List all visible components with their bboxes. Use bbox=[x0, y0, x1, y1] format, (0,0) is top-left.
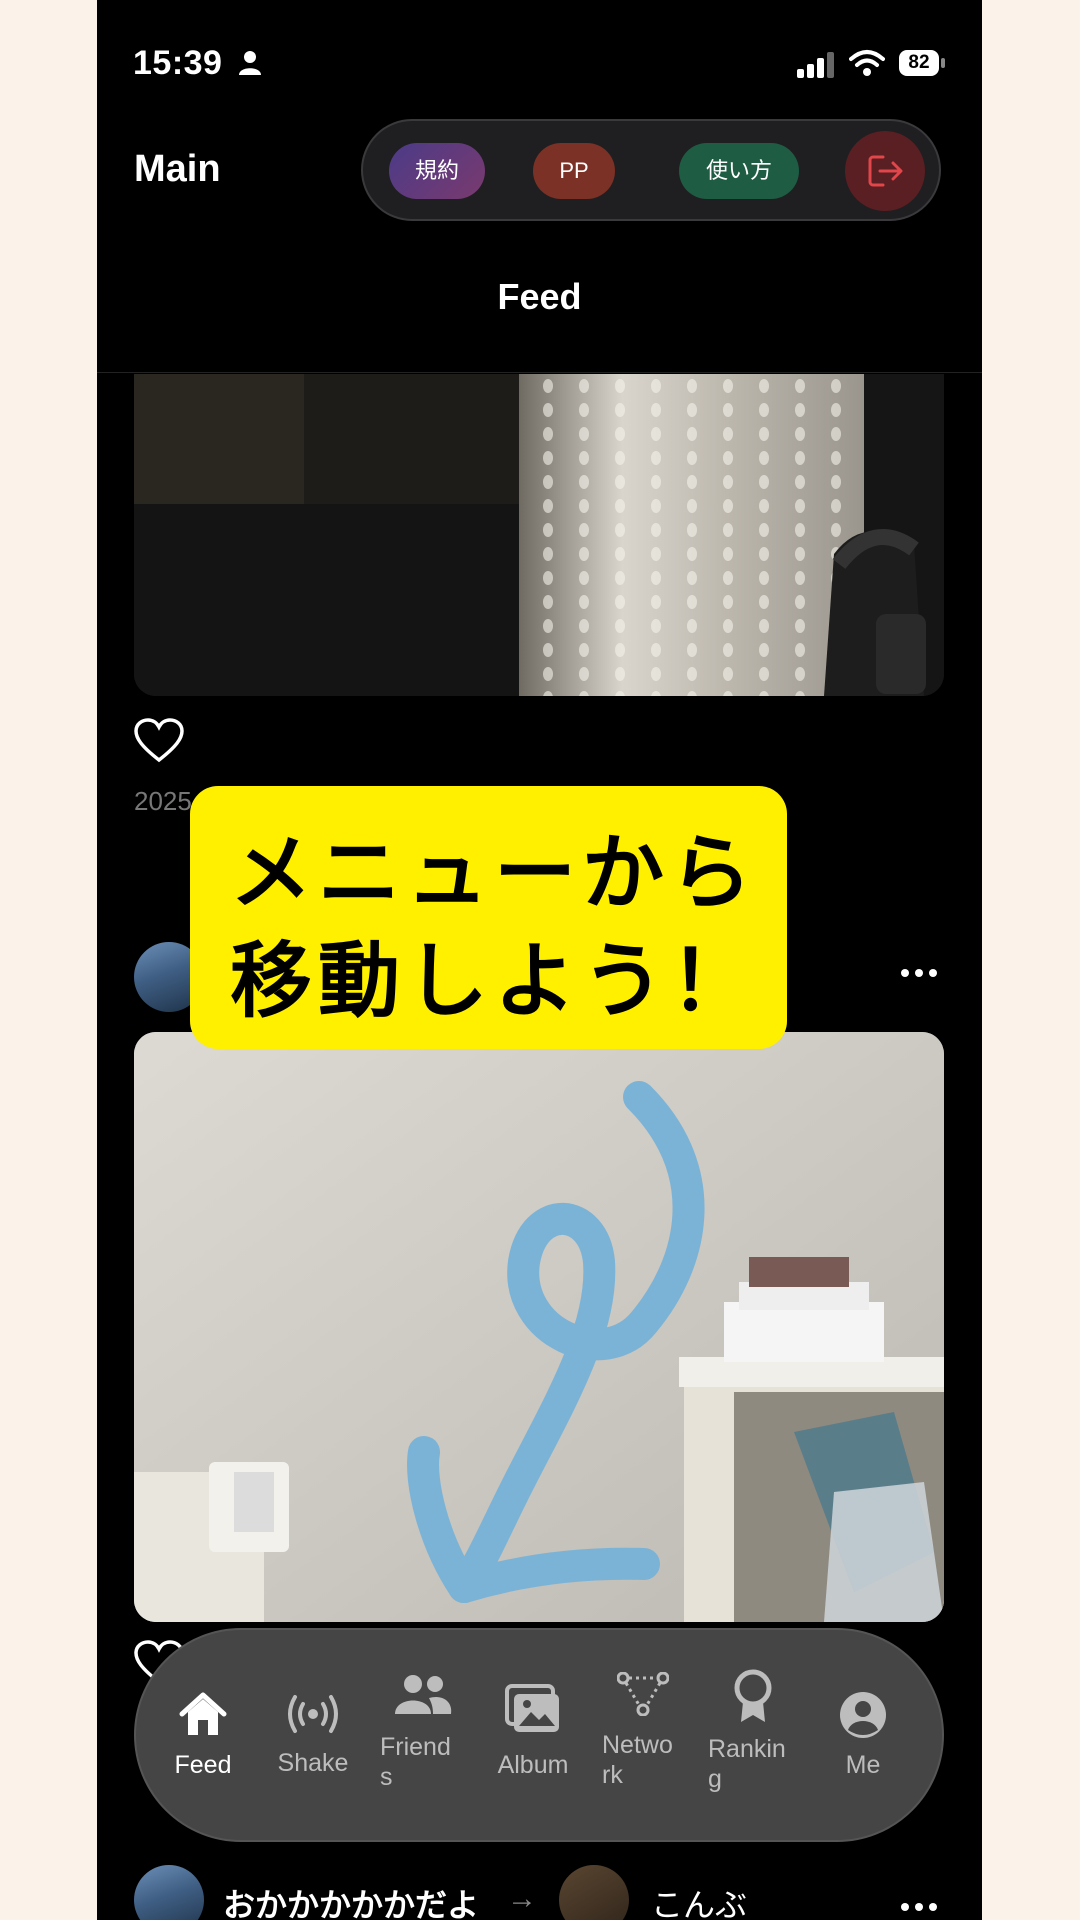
terms-button[interactable]: 規約 bbox=[389, 143, 485, 199]
tutorial-callout: メニューから 移動しよう！ bbox=[190, 786, 787, 1049]
header-divider bbox=[97, 372, 982, 373]
people-icon bbox=[395, 1675, 452, 1714]
how-to-button[interactable]: 使い方 bbox=[679, 143, 799, 199]
post-username[interactable]: おかかかかかだよ bbox=[223, 1880, 479, 1920]
wifi-icon bbox=[849, 50, 885, 76]
like-icon[interactable] bbox=[133, 718, 185, 764]
tab-label: Feed bbox=[174, 1751, 232, 1779]
tab-label: Shake bbox=[277, 1749, 349, 1777]
home-icon bbox=[179, 1692, 227, 1735]
tab-label: Friend s bbox=[380, 1733, 451, 1791]
page-title: Main bbox=[134, 148, 221, 190]
network-icon bbox=[617, 1672, 669, 1716]
tab-feed[interactable]: Feed bbox=[148, 1630, 258, 1840]
signal-icon bbox=[797, 52, 834, 78]
logout-icon bbox=[868, 155, 903, 187]
tab-me[interactable]: Me bbox=[808, 1630, 918, 1840]
logout-button[interactable] bbox=[845, 131, 925, 211]
post-date: 2025 bbox=[134, 786, 192, 816]
tab-label: Rankin g bbox=[708, 1735, 786, 1793]
battery-level: 82 bbox=[899, 50, 939, 76]
status-time: 15:39 bbox=[133, 44, 223, 82]
battery-indicator: 82 bbox=[899, 50, 945, 78]
arrow-right-icon: → bbox=[507, 1882, 537, 1915]
award-icon bbox=[734, 1669, 772, 1722]
tab-label: Me bbox=[845, 1751, 881, 1779]
callout-text: メニューから 移動しよう！ bbox=[230, 820, 758, 1036]
feed-title: Feed bbox=[497, 276, 582, 317]
tab-bar: Feed Shake Friend s Album Netwo rk Ranki… bbox=[134, 1628, 944, 1842]
person-icon bbox=[239, 51, 261, 75]
post-photo[interactable] bbox=[134, 1032, 944, 1622]
post-target-username[interactable]: こんぶ bbox=[651, 1880, 747, 1920]
more-options-icon[interactable] bbox=[901, 1898, 943, 1916]
tab-friends[interactable]: Friend s bbox=[368, 1630, 478, 1840]
avatar[interactable] bbox=[559, 1865, 629, 1920]
more-options-icon[interactable] bbox=[901, 964, 943, 982]
tab-ranking[interactable]: Rankin g bbox=[698, 1630, 808, 1840]
callout-line-2: 移動しよう！ bbox=[230, 934, 759, 1029]
post-photo[interactable] bbox=[134, 374, 944, 696]
avatar[interactable] bbox=[134, 1865, 204, 1920]
tab-network[interactable]: Netwo rk bbox=[588, 1630, 698, 1840]
tab-album[interactable]: Album bbox=[478, 1630, 588, 1840]
tab-label: Album bbox=[497, 1751, 569, 1779]
broadcast-icon bbox=[288, 1695, 338, 1733]
tab-label: Netwo rk bbox=[602, 1731, 673, 1789]
tab-shake[interactable]: Shake bbox=[258, 1630, 368, 1840]
privacy-policy-button[interactable]: PP bbox=[533, 143, 615, 199]
header-menu: 規約 PP 使い方 bbox=[361, 119, 941, 221]
callout-line-1: メニューから bbox=[230, 826, 759, 921]
album-icon bbox=[505, 1684, 559, 1732]
profile-icon bbox=[840, 1692, 886, 1738]
